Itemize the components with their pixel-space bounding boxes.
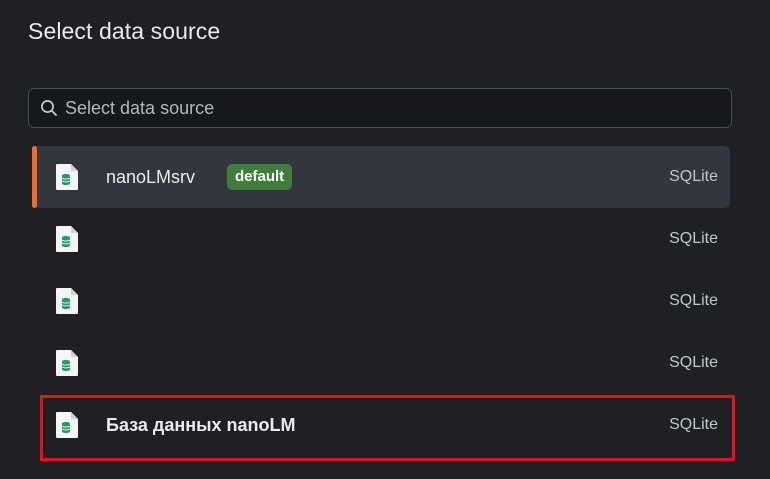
sqlite-file-icon <box>54 349 80 377</box>
select-data-source-dialog: Select data source Select data source na… <box>0 0 770 479</box>
search-icon <box>40 99 58 117</box>
data-source-type: SQLite <box>669 416 718 433</box>
sqlite-file-icon <box>54 411 80 439</box>
data-source-type: SQLite <box>669 230 718 247</box>
data-source-name: База данных nanoLM <box>106 415 296 435</box>
data-source-type: SQLite <box>669 354 718 371</box>
sqlite-file-icon <box>54 225 80 253</box>
data-source-item-nanolm-database[interactable]: База данных nanoLM SQLite <box>32 394 730 456</box>
data-source-item[interactable]: SQLite <box>32 208 730 270</box>
data-source-type: SQLite <box>669 168 718 185</box>
search-box[interactable] <box>28 88 732 128</box>
data-source-item[interactable]: SQLite <box>32 270 730 332</box>
data-source-item-nanolmsrv[interactable]: nanoLMsrv default SQLite <box>32 146 730 208</box>
selection-accent <box>32 146 37 208</box>
sqlite-file-icon <box>54 163 80 191</box>
data-source-type: SQLite <box>669 292 718 309</box>
data-source-list: nanoLMsrv default SQLite SQLite SQLite S… <box>32 146 730 456</box>
default-badge: default <box>227 164 293 190</box>
data-source-name: nanoLMsrv <box>106 167 196 187</box>
dialog-title: Select data source <box>28 18 221 44</box>
search-input[interactable] <box>65 90 731 126</box>
data-source-item[interactable]: SQLite <box>32 332 730 394</box>
sqlite-file-icon <box>54 287 80 315</box>
